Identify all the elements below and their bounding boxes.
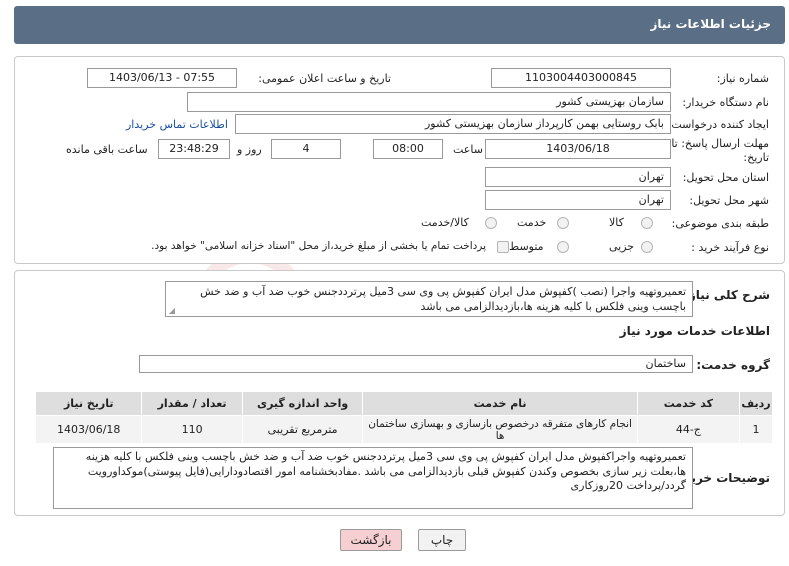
- cell-service-name: انجام کارهای متفرقه درخصوص بازسازی و بهس…: [362, 415, 638, 444]
- announce-date-field[interactable]: 1403/06/13 - 07:55: [87, 68, 237, 88]
- need-services-panel: شرح کلی نیاز: تعمیروتهیه واجرا (نصب )کفپ…: [14, 270, 785, 516]
- process-radio-minor[interactable]: [641, 241, 653, 253]
- deadline-label-line1: مهلت ارسال پاسخ: تا: [671, 137, 769, 150]
- services-section-title: اطلاعات خدمات مورد نیاز: [619, 324, 770, 338]
- cell-row-number: 1: [739, 415, 773, 444]
- resize-handle-icon[interactable]: ◢: [168, 307, 175, 315]
- deadline-label-line2: تاریخ:: [743, 151, 769, 164]
- table-header-row: ردیف کد خدمت نام خدمت واحد اندازه گیری ت…: [34, 391, 773, 416]
- city-field[interactable]: تهران: [485, 190, 671, 210]
- announce-date-label: تاریخ و ساعت اعلان عمومی:: [258, 72, 391, 85]
- services-table: ردیف کد خدمت نام خدمت واحد اندازه گیری ت…: [34, 391, 773, 444]
- need-summary-label: شرح کلی نیاز:: [684, 288, 770, 302]
- category-option-goods: کالا: [609, 216, 624, 229]
- treasury-payment-checkbox[interactable]: [497, 241, 509, 253]
- buyer-notes-text: تعمیروتهیه واجراکفپوش مدل ایران کفپوش پی…: [85, 450, 686, 492]
- table-row[interactable]: 1 ج-44 انجام کارهای متفرقه درخصوص بازساز…: [34, 415, 773, 444]
- buyer-org-label: نام دستگاه خریدار:: [682, 96, 769, 109]
- process-type-label: نوع فرآیند خرید :: [691, 241, 769, 254]
- print-button[interactable]: چاپ: [418, 529, 466, 551]
- col-service-code: کد خدمت: [636, 391, 741, 416]
- deadline-time-field[interactable]: 08:00: [373, 139, 443, 159]
- process-option-medium: متوسط: [509, 240, 544, 253]
- col-quantity: تعداد / مقدار: [141, 391, 243, 416]
- back-button[interactable]: بازگشت: [340, 529, 402, 551]
- need-number-label: شماره نیاز:: [716, 72, 769, 85]
- col-row-number: ردیف: [739, 391, 773, 416]
- city-label: شهر محل تحویل:: [689, 194, 769, 207]
- category-option-service: خدمت: [517, 216, 547, 229]
- remaining-days-label: روز و: [237, 143, 262, 156]
- process-radio-medium[interactable]: [557, 241, 569, 253]
- buyer-contact-link[interactable]: اطلاعات تماس خریدار: [126, 118, 228, 131]
- cell-need-date: 1403/06/18: [34, 415, 143, 444]
- province-field[interactable]: تهران: [485, 167, 671, 187]
- category-radio-goods-service[interactable]: [485, 217, 497, 229]
- category-option-goods-service: کالا/خدمت: [421, 216, 469, 229]
- cell-unit: مترمربع تقریبی: [241, 415, 364, 444]
- deadline-time-label: ساعت: [453, 143, 483, 156]
- col-need-date: تاریخ نیاز: [34, 391, 143, 416]
- page-title: جزئیات اطلاعات نیاز: [650, 17, 771, 31]
- cell-service-code: ج-44: [636, 415, 741, 444]
- remaining-time-field[interactable]: 23:48:29: [158, 139, 230, 159]
- col-unit: واحد اندازه گیری: [241, 391, 364, 416]
- need-summary-textarea[interactable]: تعمیروتهیه واجرا (نصب )کفپوش مدل ایران ک…: [165, 281, 693, 317]
- buyer-notes-textarea[interactable]: تعمیروتهیه واجراکفپوش مدل ایران کفپوش پی…: [53, 447, 693, 509]
- service-group-field[interactable]: ساختمان: [139, 355, 693, 373]
- category-label: طبقه بندی موضوعی:: [671, 217, 769, 230]
- col-service-name: نام خدمت: [362, 391, 638, 416]
- remaining-days-field[interactable]: 4: [271, 139, 341, 159]
- buyer-org-field[interactable]: سازمان بهزیستی کشور: [187, 92, 671, 112]
- process-option-minor: جزیی: [609, 240, 635, 253]
- category-radio-service[interactable]: [557, 217, 569, 229]
- remaining-time-label: ساعت باقی مانده: [66, 143, 148, 156]
- cell-quantity: 110: [141, 415, 243, 444]
- treasury-payment-note: پرداخت تمام یا بخشی از مبلغ خرید،از محل …: [151, 240, 486, 252]
- need-summary-text: تعمیروتهیه واجرا (نصب )کفپوش مدل ایران ک…: [200, 285, 686, 313]
- province-label: استان محل تحویل:: [682, 171, 769, 184]
- creator-field[interactable]: بابک روستایی بهمن کارپرداز سازمان بهزیست…: [235, 114, 671, 134]
- page-header: جزئیات اطلاعات نیاز: [14, 6, 785, 44]
- need-details-panel: شماره نیاز: 1103004403000845 تاریخ و ساع…: [14, 56, 785, 264]
- need-number-field[interactable]: 1103004403000845: [491, 68, 671, 88]
- deadline-date-field[interactable]: 1403/06/18: [485, 139, 671, 159]
- creator-label: ایجاد کننده درخواست:: [667, 118, 769, 131]
- category-radio-goods[interactable]: [641, 217, 653, 229]
- service-group-label: گروه خدمت:: [696, 358, 770, 372]
